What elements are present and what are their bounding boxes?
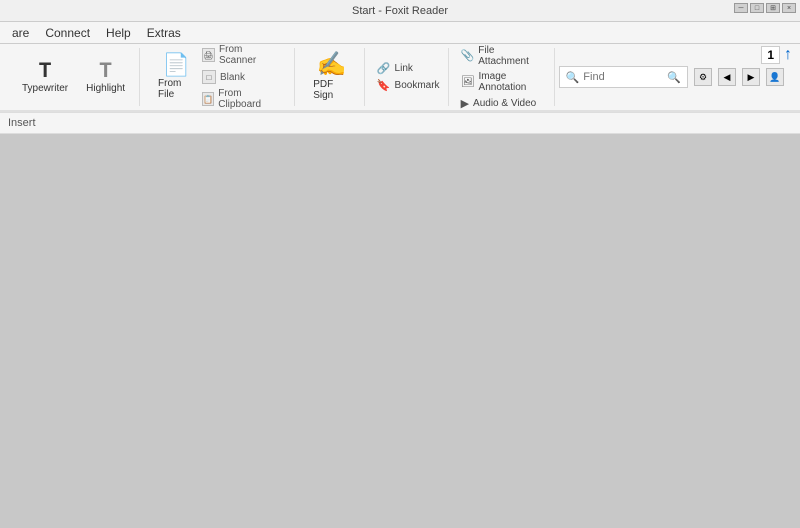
grid-btn[interactable]: ⊞: [766, 3, 780, 13]
next-btn[interactable]: ▶: [742, 68, 760, 86]
find-bar: 🔍 🔍: [559, 66, 688, 88]
bookmark-button[interactable]: 🔖 Bookmark: [377, 78, 440, 93]
highlight-icon: 𝐓: [99, 61, 112, 81]
find-search-icon[interactable]: 🔍: [667, 71, 681, 84]
find-input[interactable]: [583, 71, 663, 83]
user-btn[interactable]: 👤: [766, 68, 784, 86]
image-annotation-button[interactable]: 🖼 Image Annotation: [461, 70, 546, 94]
from-scanner-label: From Scanner: [219, 44, 277, 66]
number-badge: 1: [761, 46, 780, 64]
pdf-sign-label: PDF Sign: [313, 79, 350, 101]
search-icon: 🔍: [566, 71, 580, 84]
from-clipboard-label: From Clipboard: [218, 88, 277, 110]
upload-btn[interactable]: ↑: [784, 46, 792, 64]
blank-icon: □: [202, 70, 216, 84]
app-title: Start - Foxit Reader: [352, 5, 448, 17]
link-button[interactable]: 🔗 Link: [377, 61, 440, 76]
blank-label: Blank: [220, 72, 245, 83]
toolbar-link-group: 🔗 Link 🔖 Bookmark: [369, 48, 449, 106]
blank-button[interactable]: □ Blank: [199, 69, 280, 85]
bookmark-icon: 🔖: [377, 79, 391, 92]
from-clipboard-button[interactable]: 📋 From Clipboard: [199, 87, 280, 111]
typewriter-button[interactable]: 𝐓 Typewriter: [16, 59, 74, 96]
pdf-sign-icon: ✍: [317, 53, 347, 77]
scanner-icon: 🖨: [202, 48, 215, 62]
ribbon-tab-row: Insert: [0, 112, 800, 134]
menu-item-extras[interactable]: Extras: [139, 24, 189, 42]
toolbar: 𝐓 Typewriter 𝐓 Highlight 📄 From File 🖨 F…: [0, 44, 800, 112]
audio-video-button[interactable]: ▶ Audio & Video: [461, 96, 546, 111]
link-label: Link: [395, 63, 413, 74]
audio-icon: ▶: [461, 97, 469, 110]
from-file-icon: 📄: [163, 54, 190, 76]
toolbar-text-group: 𝐓 Typewriter 𝐓 Highlight: [8, 48, 140, 106]
image-icon: 🖼: [461, 75, 475, 88]
typewriter-label: Typewriter: [22, 83, 68, 94]
typewriter-icon: 𝐓: [39, 61, 52, 81]
bookmark-label: Bookmark: [395, 80, 440, 91]
file-attachment-label: File Attachment: [478, 45, 545, 67]
menu-item-help[interactable]: Help: [98, 24, 139, 42]
toolbar-media-group: 📎 File Attachment 🖼 Image Annotation ▶ A…: [453, 48, 555, 106]
maximize-btn[interactable]: □: [750, 3, 764, 13]
menu-item-are[interactable]: are: [4, 24, 37, 42]
window-controls: ─ □ ⊞ ×: [734, 3, 796, 13]
highlight-button[interactable]: 𝐓 Highlight: [80, 59, 131, 96]
from-file-label: From File: [158, 78, 195, 100]
menu-bar: are Connect Help Extras: [0, 22, 800, 44]
toolbar-right: 🔍 🔍 ⚙ ◀ ▶ 👤: [559, 48, 792, 106]
minimize-btn[interactable]: ─: [734, 3, 748, 13]
highlight-label: Highlight: [86, 83, 125, 94]
prev-btn[interactable]: ◀: [718, 68, 736, 86]
from-file-group: 📄 From File 🖨 From Scanner □ Blank 📋 Fro…: [144, 48, 295, 106]
from-file-options: 🖨 From Scanner □ Blank 📋 From Clipboard: [199, 43, 280, 111]
settings-btn[interactable]: ⚙: [694, 68, 712, 86]
pdf-sign-button[interactable]: ✍ PDF Sign: [307, 51, 356, 103]
insert-tab[interactable]: Insert: [8, 117, 36, 129]
from-scanner-button[interactable]: 🖨 From Scanner: [199, 43, 280, 67]
clipboard-icon: 📋: [202, 92, 214, 106]
menu-item-connect[interactable]: Connect: [37, 24, 98, 42]
audio-video-label: Audio & Video: [473, 98, 536, 109]
title-bar: Start - Foxit Reader ─ □ ⊞ ×: [0, 0, 800, 22]
close-btn[interactable]: ×: [782, 3, 796, 13]
badge-area: 1 ↑: [761, 46, 792, 64]
file-attachment-button[interactable]: 📎 File Attachment: [461, 44, 546, 68]
from-file-button[interactable]: 📄 From File 🖨 From Scanner □ Blank 📋 Fro…: [152, 41, 286, 113]
pdf-sign-group: ✍ PDF Sign: [299, 48, 365, 106]
attachment-icon: 📎: [461, 49, 475, 62]
image-annotation-label: Image Annotation: [479, 71, 546, 93]
link-icon: 🔗: [377, 62, 391, 75]
